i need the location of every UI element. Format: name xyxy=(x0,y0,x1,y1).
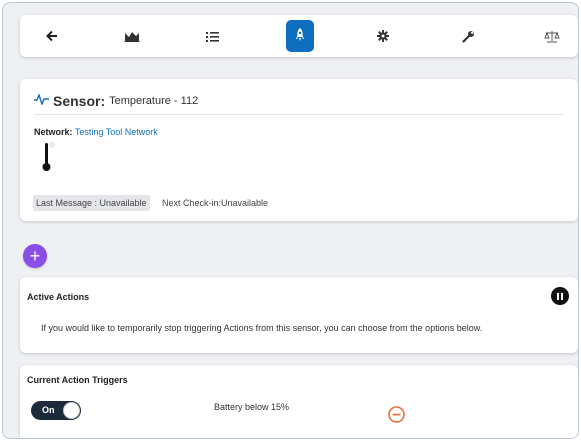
wrench-icon[interactable] xyxy=(453,21,483,51)
sensor-name: Temperature - 112 xyxy=(109,95,199,107)
active-actions-card: Active Actions If you would like to temp… xyxy=(20,277,578,353)
trigger-condition: Battery below 15% xyxy=(214,402,290,412)
back-arrow-icon[interactable] xyxy=(37,21,67,51)
trigger-toggle[interactable]: On xyxy=(31,401,81,420)
active-actions-description: If you would like to temporarily stop tr… xyxy=(41,323,483,333)
pulse-icon xyxy=(34,92,49,108)
sensor-label: Sensor: xyxy=(53,93,106,109)
add-button[interactable]: + xyxy=(23,244,47,268)
rocket-icon[interactable] xyxy=(286,20,314,52)
next-checkin: Next Check-in:Unavailable xyxy=(162,198,269,208)
network-link[interactable]: Testing Tool Network xyxy=(75,127,158,137)
chart-area-icon[interactable] xyxy=(117,21,147,51)
last-message-badge: Last Message : Unavailable xyxy=(33,195,150,211)
app-frame: Sensor: Temperature - 112 Network: Testi… xyxy=(2,2,579,439)
remove-trigger-icon[interactable] xyxy=(388,406,405,426)
gear-icon[interactable] xyxy=(368,21,398,51)
network-label: Network: xyxy=(34,127,73,137)
toggle-label: On xyxy=(42,405,55,415)
list-icon[interactable] xyxy=(197,21,227,51)
scale-icon[interactable] xyxy=(537,21,567,51)
sensor-header: Sensor: Temperature - 112 xyxy=(34,92,199,109)
current-action-triggers-card: Current Action Triggers On Battery below… xyxy=(20,365,578,438)
toolbar xyxy=(20,15,578,57)
pause-button[interactable] xyxy=(551,287,569,305)
active-actions-title: Active Actions xyxy=(27,292,90,302)
triggers-title: Current Action Triggers xyxy=(27,375,128,385)
toggle-knob xyxy=(63,402,80,419)
sensor-card: Sensor: Temperature - 112 Network: Testi… xyxy=(20,79,578,221)
network-row: Network: Testing Tool Network xyxy=(34,127,158,137)
divider xyxy=(34,114,564,115)
thermometer-icon xyxy=(42,141,56,176)
